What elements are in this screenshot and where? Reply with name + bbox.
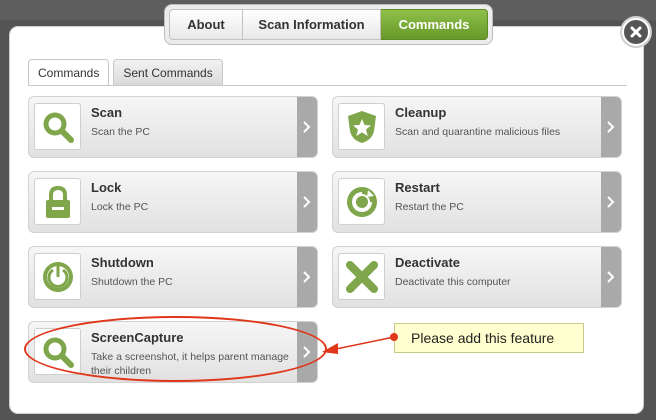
command-restart[interactable]: Restart Restart the PC [332, 171, 622, 233]
chevron-right-icon[interactable] [601, 97, 621, 157]
command-title: Deactivate [395, 255, 461, 270]
command-title: Lock [91, 180, 122, 195]
command-cleanup[interactable]: Cleanup Scan and quarantine malicious fi… [332, 96, 622, 158]
chevron-right-icon[interactable] [297, 97, 317, 157]
command-shutdown[interactable]: Shutdown Shutdown the PC [28, 246, 318, 308]
command-title: Scan [91, 105, 123, 120]
command-title: Shutdown [91, 255, 154, 270]
subtab-commands[interactable]: Commands [28, 59, 110, 86]
sub-tab-bar: Commands Sent Commands [28, 59, 223, 86]
shield-star-icon [338, 103, 385, 150]
command-description: Scan and quarantine malicious files [395, 126, 561, 138]
command-deactivate[interactable]: Deactivate Deactivate this computer [332, 246, 622, 308]
command-description: Restart the PC [395, 201, 464, 213]
command-title: Restart [395, 180, 440, 195]
chevron-right-icon[interactable] [601, 247, 621, 307]
tab-commands[interactable]: Commands [381, 9, 488, 40]
chevron-right-icon[interactable] [297, 172, 317, 232]
command-scan[interactable]: Scan Scan the PC [28, 96, 318, 158]
command-title: Cleanup [395, 105, 447, 120]
chevron-right-icon[interactable] [601, 172, 621, 232]
command-description: Shutdown the PC [91, 276, 173, 288]
close-button[interactable] [620, 16, 652, 48]
close-icon [624, 20, 648, 44]
magnifier-icon [34, 103, 81, 150]
tab-scan-information[interactable]: Scan Information [243, 9, 381, 40]
command-lock[interactable]: Lock Lock the PC [28, 171, 318, 233]
annotation-note: Please add this feature [394, 323, 584, 353]
power-icon [34, 253, 81, 300]
chevron-right-icon[interactable] [297, 247, 317, 307]
x-mark-icon [338, 253, 385, 300]
command-description: Scan the PC [91, 126, 150, 138]
restart-icon [338, 178, 385, 225]
annotation-ellipse [24, 316, 327, 382]
command-description: Deactivate this computer [395, 276, 511, 288]
tab-divider [28, 85, 627, 86]
command-description: Lock the PC [91, 201, 149, 213]
tab-about[interactable]: About [169, 9, 243, 40]
top-tab-bar: About Scan Information Commands [164, 4, 493, 45]
subtab-sent-commands[interactable]: Sent Commands [113, 59, 223, 86]
padlock-icon [34, 178, 81, 225]
